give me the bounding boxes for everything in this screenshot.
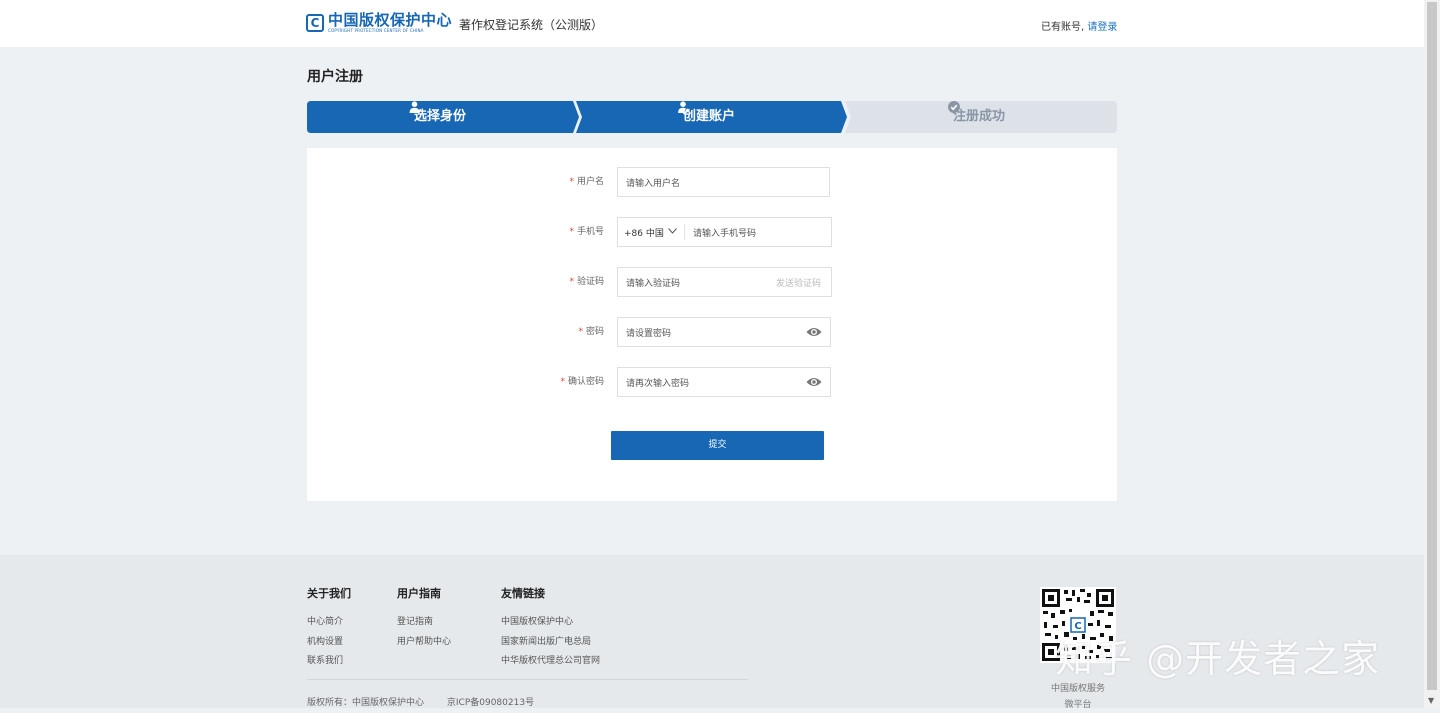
qr-caption: 中国版权服务 微平台 [1040,681,1116,713]
copyright-line: 版权所有：中国版权保护中心 京ICP备09080213号 [307,695,534,708]
code-placeholder: 请输入验证码 [626,278,681,289]
eye-icon[interactable] [806,326,822,338]
step-label: 选择身份 [414,109,467,124]
footer-column-about: 关于我们 中心简介 机构设置 联系我们 [307,585,351,672]
login-hint: 已有账号, 请登录 [1041,18,1117,33]
required-mark: * [569,177,574,187]
phone-input-group: +86 中国 请输入手机号码 [617,217,832,247]
required-mark: * [569,227,574,237]
qr-caption-line-2: 微平台 [1064,700,1092,710]
send-code-button[interactable]: 发送验证码 [776,276,821,289]
required-mark: * [569,277,574,287]
phone-label: * 手机号 [569,227,604,237]
code-input[interactable]: 请输入验证码 发送验证码 [617,267,832,297]
confirm-password-input[interactable]: 请再次输入密码 [617,367,831,397]
footer-link[interactable]: 中心简介 [307,613,351,633]
step-label: 创建账户 [683,109,736,124]
footer-link[interactable]: 机构设置 [307,633,351,653]
icp-number[interactable]: 京ICP备09080213号 [447,698,534,708]
username-placeholder: 请输入用户名 [626,178,681,189]
footer-column-links: 友情链接 中国版权保护中心 国家新闻出版广电总局 中华版权代理总公司官网 [501,585,600,672]
country-code-select[interactable]: +86 中国 [618,224,685,240]
top-header: C 中国版权保护中心 COPYRIGHT PROTECTION CENTER O… [0,0,1424,47]
password-placeholder: 请设置密码 [626,328,672,339]
footer-link[interactable]: 中国版权保护中心 [501,613,600,633]
phone-input[interactable]: 请输入手机号码 [685,226,756,239]
step-select-identity: 选择身份 [409,101,466,133]
footer-column-guide: 用户指南 登记指南 用户帮助中心 [397,585,451,652]
chevron-down-icon [667,227,677,237]
scroll-down-arrow-icon[interactable]: ▼ [1428,696,1434,705]
footer-link[interactable]: 联系我们 [307,652,351,672]
copyright-text: 版权所有：中国版权保护中心 [307,698,425,708]
footer-divider [307,679,748,680]
code-label: * 验证码 [569,277,604,287]
system-title: 著作权登记系统（公测版） [459,18,604,32]
password-input[interactable]: 请设置密码 [617,317,831,347]
copyright-icon: C [306,14,324,32]
submit-button[interactable]: 提交 [611,431,824,460]
username-input[interactable]: 请输入用户名 [617,167,830,197]
registration-steps: 选择身份 创建账户 注册成功 [307,101,1117,133]
step-label: 注册成功 [953,109,1006,124]
step-create-account: 创建账户 [678,101,735,133]
zhihu-watermark: 知乎 @开发者之家 [1055,637,1381,681]
confirm-password-placeholder: 请再次输入密码 [626,378,690,389]
footer-link[interactable]: 登记指南 [397,613,451,633]
logo-english-name: COPYRIGHT PROTECTION CENTER OF CHINA [328,28,424,33]
eye-icon[interactable] [806,376,822,388]
required-mark: * [578,327,583,337]
footer-link[interactable]: 用户帮助中心 [397,633,451,653]
username-label: * 用户名 [569,177,604,187]
confirm-password-label: * 确认密码 [560,377,604,387]
country-code-value: +86 中国 [624,228,664,239]
cpcc-logo[interactable]: C 中国版权保护中心 COPYRIGHT PROTECTION CENTER O… [306,12,452,34]
footer-column-title: 友情链接 [501,587,545,600]
footer-link[interactable]: 中华版权代理总公司官网 [501,652,600,672]
footer-column-title: 用户指南 [397,587,441,600]
logo-chinese-name: 中国版权保护中心 [328,11,453,29]
login-hint-text: 已有账号, [1041,22,1085,33]
logo-text: 中国版权保护中心 COPYRIGHT PROTECTION CENTER OF … [328,11,453,34]
footer-column-title: 关于我们 [307,587,351,600]
login-link[interactable]: 请登录 [1087,22,1117,33]
scrollbar-thumb[interactable] [1427,2,1437,690]
required-mark: * [560,377,565,387]
step-register-success: 注册成功 [948,101,1005,133]
password-label: * 密码 [578,327,604,337]
page-title: 用户注册 [307,69,363,85]
footer-link[interactable]: 国家新闻出版广电总局 [501,633,600,653]
qr-caption-line-1: 中国版权服务 [1050,684,1105,694]
